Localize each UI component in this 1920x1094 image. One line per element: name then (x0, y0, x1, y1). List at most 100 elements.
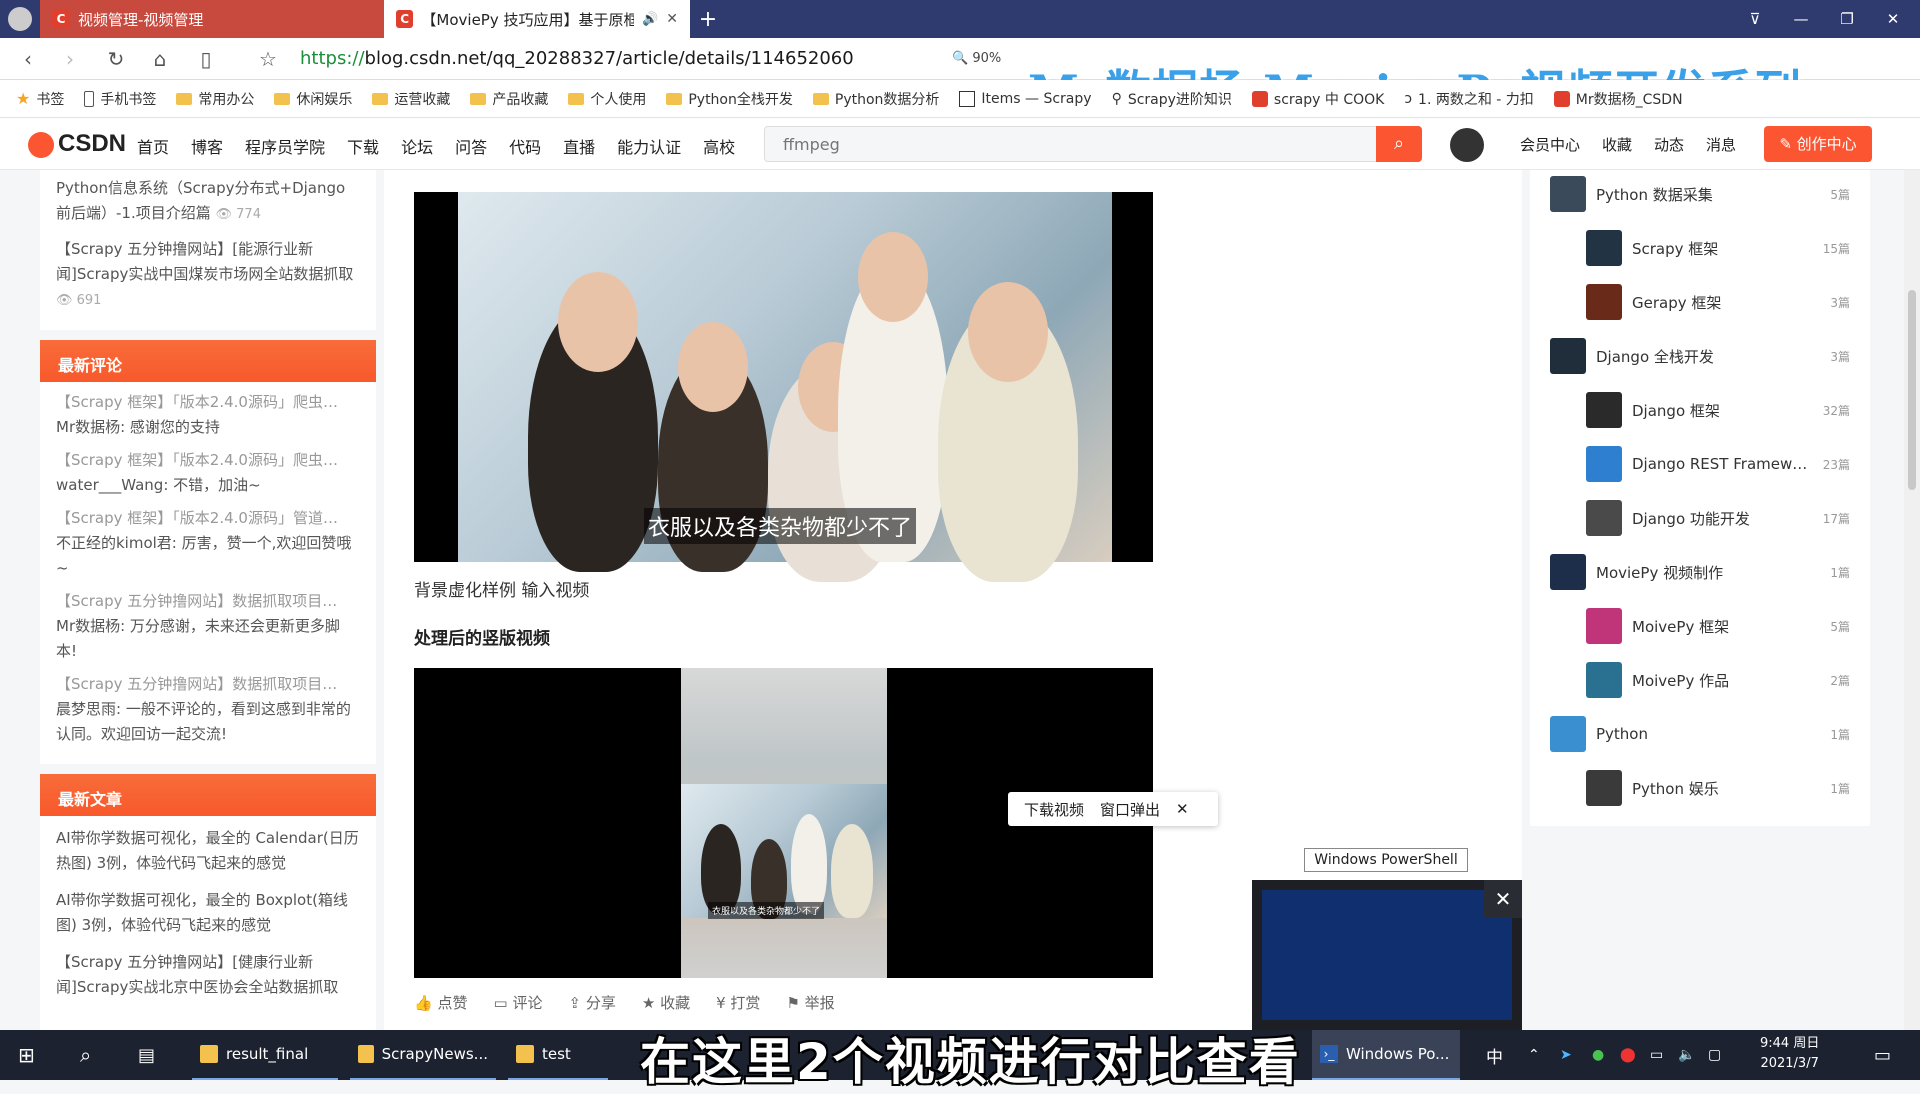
restore-button[interactable]: ❐ (1824, 0, 1870, 38)
list-item[interactable]: Python信息系统（Scrapy分布式+Django前后端）-1.项目介绍篇 … (40, 176, 376, 227)
system-clock[interactable]: 9:44 周日 2021/3/7 (1760, 1034, 1819, 1074)
back-icon[interactable]: ‹ (14, 46, 42, 72)
scrollbar-thumb[interactable] (1908, 290, 1916, 490)
nav-live[interactable]: 直播 (563, 134, 595, 158)
taskbar-item-powershell[interactable]: ›_ Windows Po... (1312, 1030, 1460, 1080)
nav-download[interactable]: 下载 (347, 134, 379, 158)
input-video-player[interactable]: 衣服以及各类杂物都少不了 (414, 192, 1153, 582)
share-button[interactable]: ⇪ 分享 (568, 992, 615, 1013)
bookmark-folder[interactable]: Python全栈开发 (666, 89, 793, 109)
bookmark-item[interactable]: 手机书签 (84, 89, 156, 109)
nav-code[interactable]: 代码 (509, 134, 541, 158)
search-input[interactable] (765, 127, 1365, 161)
bookmark-item[interactable]: ⚲ Scrapy进阶知识 (1112, 89, 1232, 109)
bookmark-item[interactable]: Items — Scrapy (959, 90, 1092, 107)
category-item[interactable]: Django 全栈开发 3篇 (1550, 338, 1850, 374)
telegram-icon[interactable]: ➤ (1552, 1030, 1580, 1080)
bookmark-item[interactable]: ★ 书签 (16, 89, 64, 109)
download-video-button[interactable]: 下载视频 (1024, 799, 1084, 820)
tray-overflow-icon[interactable]: ⌃ (1520, 1030, 1548, 1080)
url-field[interactable]: https://blog.csdn.net/qq_20288327/articl… (300, 46, 854, 72)
avatar[interactable] (1450, 128, 1484, 162)
search-button[interactable]: ⌕ (1376, 126, 1422, 162)
home-icon[interactable]: ⌂ (146, 46, 174, 72)
category-item[interactable]: Gerapy 框架 3篇 (1586, 284, 1850, 320)
nav-academy[interactable]: 程序员学院 (245, 134, 325, 158)
article-link[interactable]: 【Scrapy 五分钟撸网站】[健康行业新闻]Scrapy实战北京中医协会全站数… (40, 950, 376, 1000)
network-icon[interactable]: ▢ (1700, 1030, 1729, 1080)
tab-close-icon[interactable]: ✕ (666, 11, 678, 27)
create-center-button[interactable]: ✎ 创作中心 (1764, 126, 1872, 162)
category-item[interactable]: MoivePy 框架 5篇 (1586, 608, 1850, 644)
new-tab-button[interactable]: + (690, 0, 726, 38)
comment-item[interactable]: 【Scrapy 五分钟撸网站】数据抓取项目… Mr数据杨: 万分感谢，未来还会更新… (40, 589, 376, 664)
category-item[interactable]: MoivePy 作品 2篇 (1586, 662, 1850, 698)
comment-item[interactable]: 【Scrapy 框架】「版本2.4.0源码」爬虫… Mr数据杨: 感谢您的支持 (40, 390, 376, 440)
minimize-button[interactable]: — (1778, 0, 1824, 38)
category-item[interactable]: Python 数据采集 5篇 (1550, 176, 1850, 212)
nav-forum[interactable]: 论坛 (401, 134, 433, 158)
windows-start-icon[interactable]: ⊞ (10, 1030, 43, 1080)
category-item[interactable]: Python 1篇 (1550, 716, 1850, 752)
comment-item[interactable]: 【Scrapy 五分钟撸网站】数据抓取项目… 晨梦思雨: 一般不评论的，看到这感到… (40, 672, 376, 747)
csdn-logo[interactable]: CSDN (28, 130, 126, 158)
taskbar-item[interactable]: result_final (192, 1030, 338, 1080)
nav-blog[interactable]: 博客 (191, 134, 223, 158)
category-item[interactable]: MoviePy 视频制作 1篇 (1550, 554, 1850, 590)
nav-vip-center[interactable]: 会员中心 (1520, 134, 1580, 155)
nav-activity[interactable]: 动态 (1654, 134, 1684, 155)
audio-icon[interactable]: 🔊 (642, 12, 658, 27)
bookmark-folder[interactable]: 个人使用 (568, 89, 646, 109)
notification-icon[interactable]: ▭ (1866, 1030, 1899, 1080)
forward-icon[interactable]: › (56, 46, 84, 72)
list-item[interactable]: 【Scrapy 五分钟撸网站】[能源行业新闻]Scrapy实战中国煤炭市场网全站… (40, 237, 376, 313)
nav-qa[interactable]: 问答 (455, 134, 487, 158)
reload-icon[interactable]: ↻ (102, 46, 130, 72)
bookmark-item[interactable]: ↄ 1. 两数之和 - 力扣 (1404, 89, 1533, 109)
close-window-button[interactable]: ✕ (1870, 0, 1916, 38)
tab-video-manage[interactable]: C 视频管理-视频管理 (40, 0, 384, 38)
recorder-icon[interactable]: ⬤ (1612, 1030, 1644, 1080)
tab-moviepy-article[interactable]: C 【MoviePy 技巧应用】基于原框 🔊 ✕ (384, 0, 690, 38)
close-icon[interactable]: ✕ (1484, 880, 1522, 918)
ime-indicator[interactable]: 中 (1478, 1030, 1511, 1080)
category-item[interactable]: Django 功能开发 17篇 (1586, 500, 1850, 536)
battery-icon[interactable]: ▭ (1642, 1030, 1671, 1080)
nav-cert[interactable]: 能力认证 (617, 134, 681, 158)
pin-icon[interactable]: ⊽ (1732, 0, 1778, 38)
category-item[interactable]: Scrapy 框架 15篇 (1586, 230, 1850, 266)
comment-item[interactable]: 【Scrapy 框架】「版本2.4.0源码」爬虫… water___Wang: 不… (40, 448, 376, 498)
taskbar-item[interactable]: ScrapyNews... (350, 1030, 496, 1080)
volume-icon[interactable]: 🔈 (1670, 1030, 1703, 1080)
zoom-level[interactable]: 🔍 90% (952, 46, 1001, 72)
bookmark-folder[interactable]: Python数据分析 (812, 89, 939, 109)
comment-button[interactable]: ▭ 评论 (493, 992, 542, 1013)
search-icon[interactable]: ⌕ (72, 1030, 99, 1080)
favorite-button[interactable]: ★ 收藏 (642, 992, 690, 1013)
bookmark-star-icon[interactable]: ☆ (254, 46, 282, 72)
category-item[interactable]: Python 娱乐 1篇 (1586, 770, 1850, 806)
category-item[interactable]: Django 框架 32篇 (1586, 392, 1850, 428)
bookmark-item[interactable]: Mr数据杨_CSDN (1553, 89, 1683, 109)
report-button[interactable]: ⚑ 举报 (786, 992, 834, 1013)
browser-avatar-icon[interactable] (0, 0, 40, 38)
bookmark-folder[interactable]: 产品收藏 (470, 89, 548, 109)
bookmark-folder[interactable]: 常用办公 (176, 89, 254, 109)
bookmark-folder[interactable]: 休闲娱乐 (274, 89, 352, 109)
comment-item[interactable]: 【Scrapy 框架】「版本2.4.0源码」管道… 不正经的kimol君: 厉害，… (40, 506, 376, 581)
nav-favorites[interactable]: 收藏 (1602, 134, 1632, 155)
reward-button[interactable]: ¥ 打赏 (716, 992, 760, 1013)
category-item[interactable]: Django REST Framew… 23篇 (1586, 446, 1850, 482)
wechat-icon[interactable]: ● (1584, 1030, 1612, 1080)
page-scrollbar[interactable] (1904, 170, 1920, 1030)
close-icon[interactable]: ✕ (1176, 800, 1189, 818)
article-link[interactable]: AI带你学数据可视化，最全的 Boxplot(箱线图) 3例，体验代码飞起来的感… (40, 888, 376, 938)
nav-college[interactable]: 高校 (703, 134, 735, 158)
popout-window-button[interactable]: 窗口弹出 (1100, 799, 1160, 820)
taskbar-item[interactable]: test (508, 1030, 608, 1080)
article-link[interactable]: AI带你学数据可视化，最全的 Calendar(日历热图) 3例，体验代码飞起来… (40, 826, 376, 876)
like-button[interactable]: 👍 点赞 (414, 992, 467, 1013)
nav-home[interactable]: 首页 (137, 134, 169, 158)
powershell-thumbnail[interactable]: ✕ (1252, 880, 1522, 1030)
nav-messages[interactable]: 消息 (1706, 134, 1736, 155)
